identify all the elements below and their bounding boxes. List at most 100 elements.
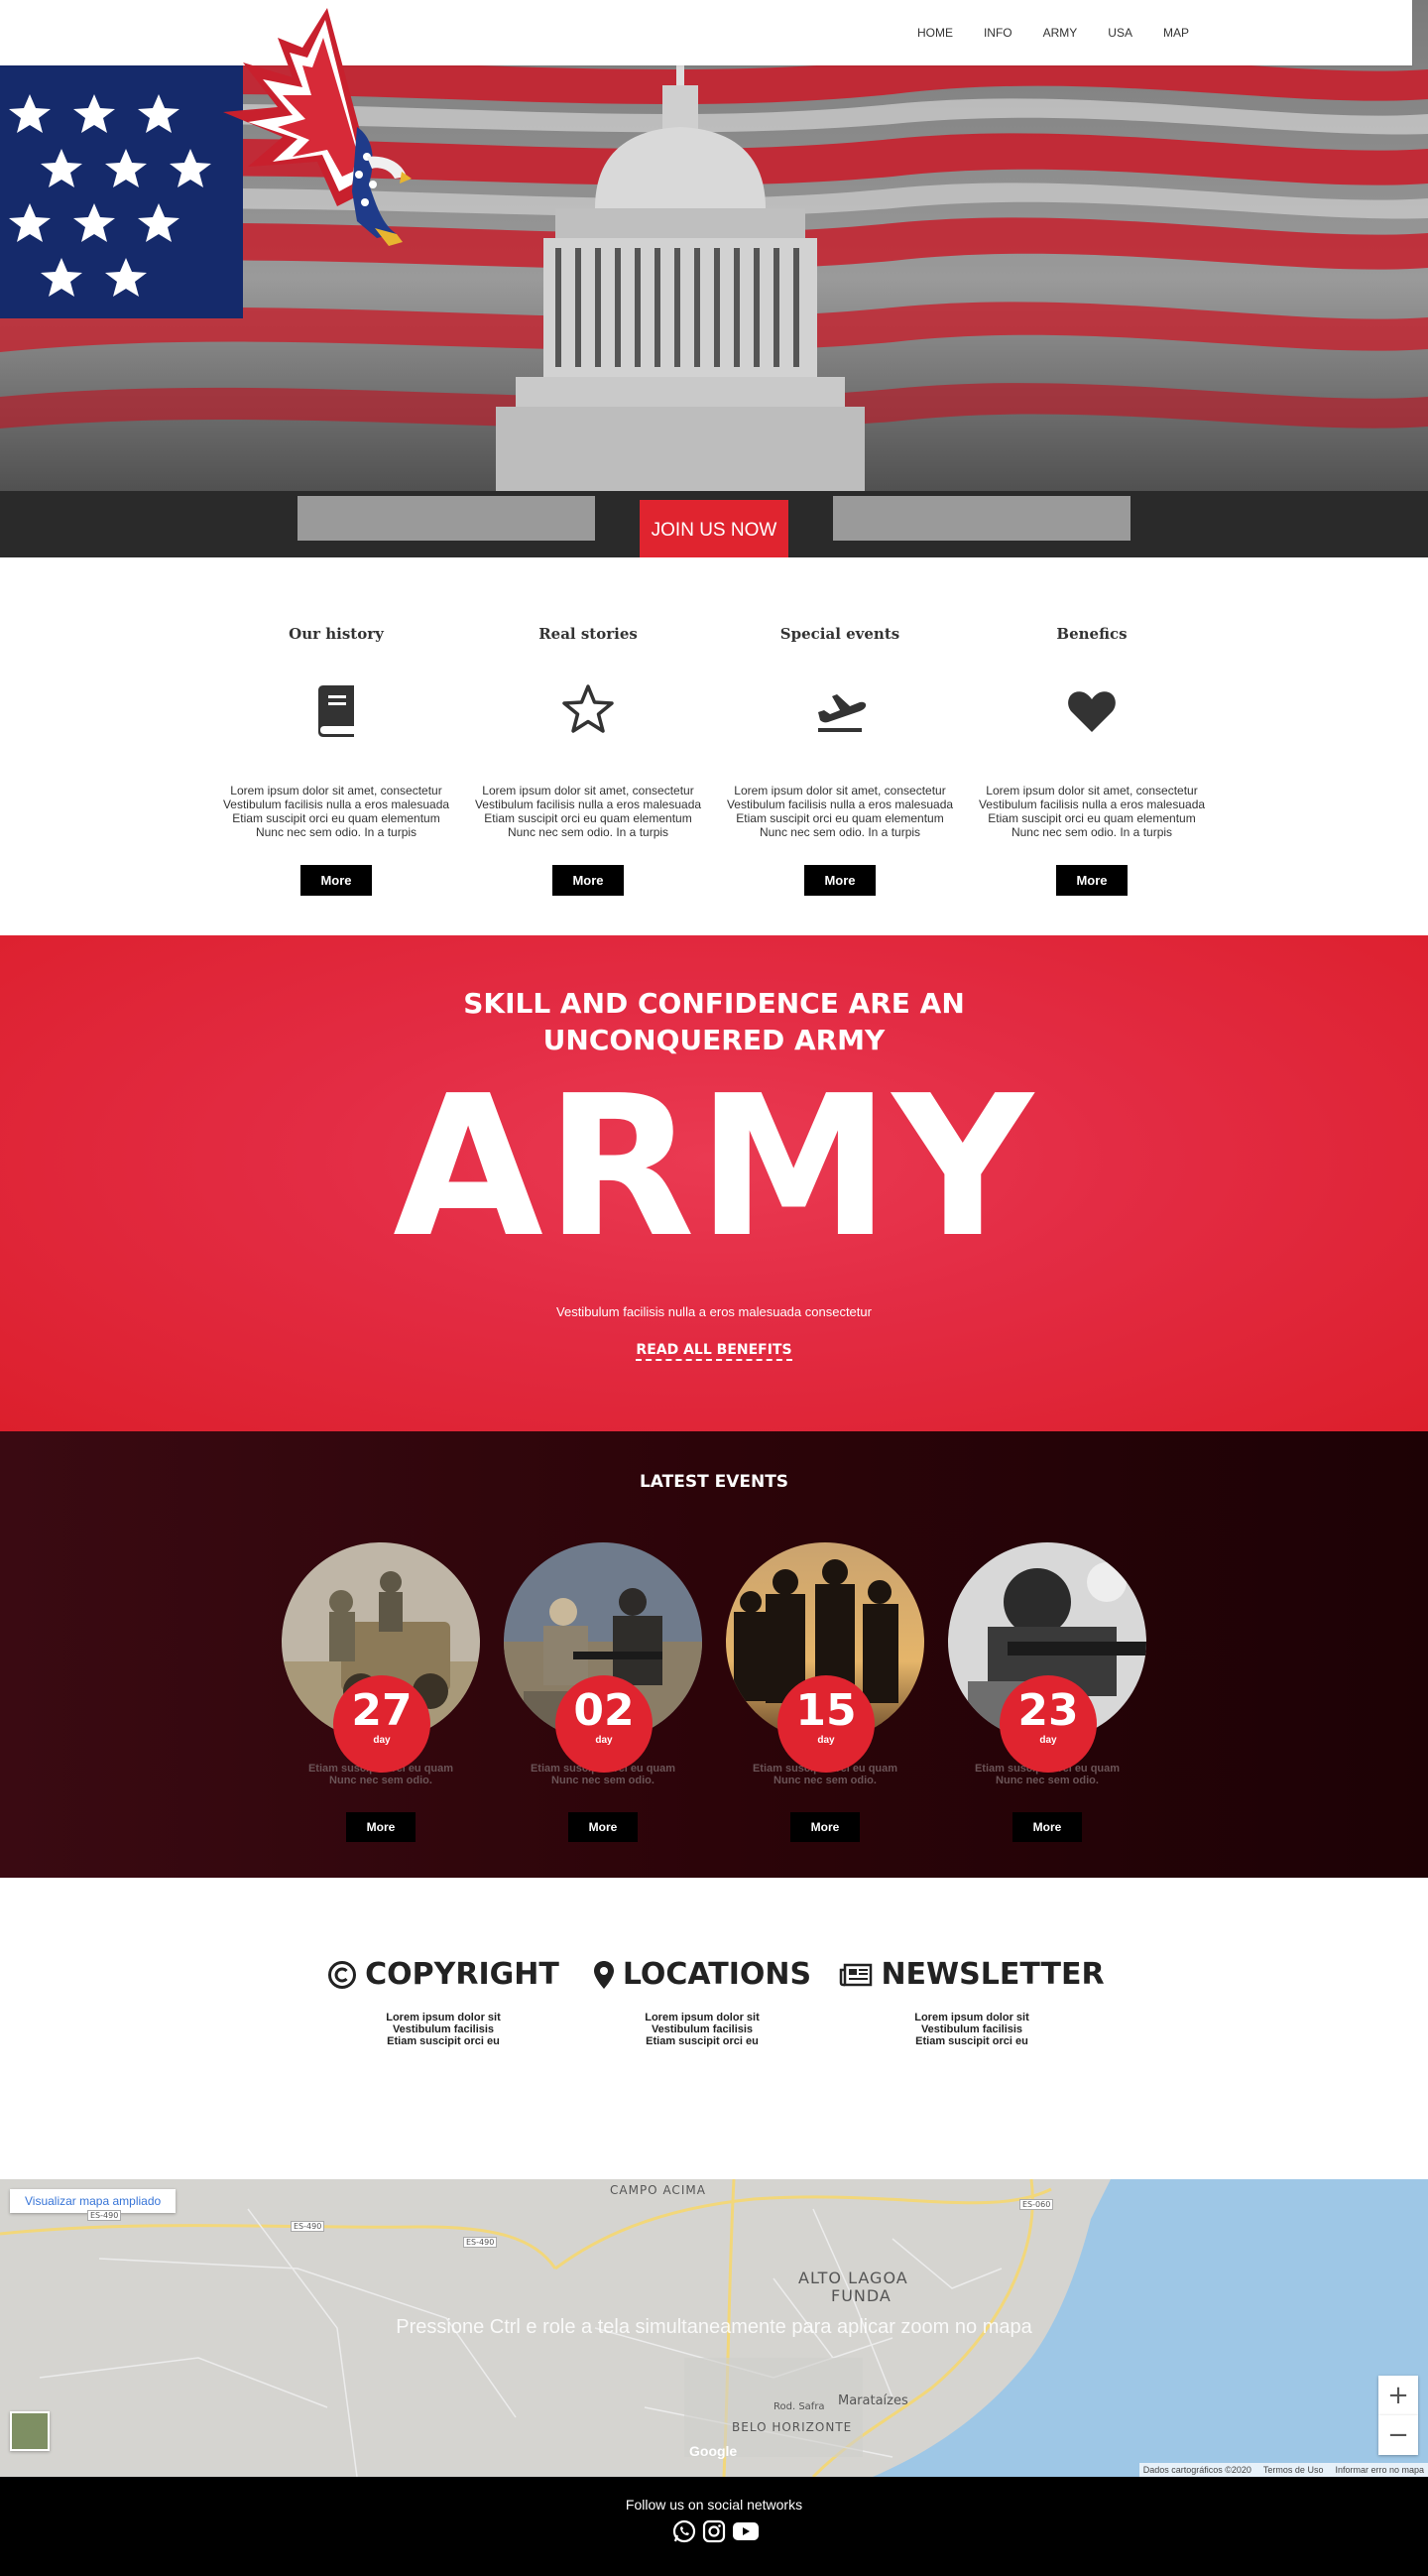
info-line: Lorem ipsum dolor sit bbox=[645, 2012, 760, 2024]
nav-item-map[interactable]: MAP bbox=[1163, 26, 1189, 40]
event-card: 27 day Etiam suscipit orci eu quam Nunc … bbox=[282, 1542, 480, 1842]
event-more-button[interactable]: More bbox=[346, 1812, 416, 1842]
map-label-alto-lagoa: ALTO LAGOA bbox=[798, 2269, 908, 2287]
info-title: COPYRIGHT bbox=[328, 1957, 559, 1992]
map-report-error-link[interactable]: Informar erro no mapa bbox=[1335, 2465, 1424, 2475]
army-tagline: Vestibulum facilisis nulla a eros malesu… bbox=[556, 1304, 872, 1319]
embedded-map[interactable]: Visualizar mapa ampliado CAMPO ACIMA ALT… bbox=[0, 2179, 1428, 2477]
army-banner: SKILL AND CONFIDENCE ARE AN UNCONQUERED … bbox=[0, 935, 1428, 1431]
satellite-view-toggle[interactable] bbox=[10, 2411, 50, 2451]
plane-departure-icon bbox=[818, 694, 867, 732]
feature-more-button[interactable]: More bbox=[552, 865, 624, 896]
map-label-es490: ES-490 bbox=[291, 2221, 325, 2232]
info-title-text: NEWSLETTER bbox=[881, 1957, 1105, 1992]
info-title-text: LOCATIONS bbox=[622, 1957, 812, 1992]
info-text: Lorem ipsum dolor sit Vestibulum facilis… bbox=[333, 2012, 553, 2047]
youtube-icon[interactable] bbox=[732, 2519, 759, 2543]
nav-item-home[interactable]: HOME bbox=[917, 26, 953, 40]
army-heading-line1: SKILL AND CONFIDENCE ARE AN bbox=[463, 987, 965, 1020]
features-section: Our history Lorem ipsum dolor sit amet, … bbox=[0, 557, 1428, 935]
event-more-button[interactable]: More bbox=[790, 1812, 860, 1842]
nav-item-usa[interactable]: USA bbox=[1108, 26, 1132, 40]
feature-more-button[interactable]: More bbox=[804, 865, 876, 896]
feature-text: Lorem ipsum dolor sit amet, consectetur … bbox=[726, 784, 954, 839]
event-card: 15 day Etiam suscipit orci eu quam Nunc … bbox=[726, 1542, 924, 1842]
info-line: Vestibulum facilisis bbox=[920, 2024, 1023, 2035]
event-card: 23 day Etiam suscipit orci eu quam Nunc … bbox=[948, 1542, 1146, 1842]
event-day-number: 15 bbox=[795, 1685, 857, 1736]
event-date-badge: 23 day bbox=[1000, 1675, 1097, 1773]
join-us-button[interactable]: JOIN US NOW bbox=[640, 500, 788, 557]
event-day-label: day bbox=[373, 1735, 391, 1746]
feature-text: Lorem ipsum dolor sit amet, consectetur … bbox=[978, 784, 1206, 839]
feature-text: Lorem ipsum dolor sit amet, consectetur … bbox=[222, 784, 450, 839]
newspaper-icon bbox=[840, 1963, 873, 1986]
eagle-logo[interactable] bbox=[208, 8, 412, 251]
event-day-number: 27 bbox=[351, 1685, 413, 1736]
map-terms-link[interactable]: Termos de Uso bbox=[1263, 2465, 1324, 2475]
event-day-number: 23 bbox=[1017, 1685, 1079, 1736]
nav-menu: HOME INFO ARMY USA MAP bbox=[887, 26, 1189, 40]
map-label-funda: FUNDA bbox=[831, 2286, 892, 2305]
map-label-campo-acima: CAMPO ACIMA bbox=[610, 2183, 706, 2197]
event-date-badge: 27 day bbox=[333, 1675, 430, 1773]
nav-item-info[interactable]: INFO bbox=[984, 26, 1012, 40]
zoom-out-button[interactable]: − bbox=[1378, 2415, 1418, 2455]
instagram-icon[interactable] bbox=[702, 2519, 726, 2543]
map-label-belo-horizonte: BELO HORIZONTE bbox=[732, 2420, 853, 2434]
event-date-badge: 15 day bbox=[777, 1675, 875, 1773]
feature-title: Special events bbox=[779, 625, 900, 643]
info-line: Vestibulum facilisis bbox=[651, 2024, 754, 2035]
info-line: Etiam suscipit orci eu bbox=[387, 2035, 500, 2047]
event-text-line2: Nunc nec sem odio. bbox=[774, 1775, 877, 1786]
copyright-icon bbox=[328, 1960, 357, 1989]
info-line: Lorem ipsum dolor sit bbox=[914, 2012, 1029, 2024]
book-icon bbox=[318, 685, 354, 737]
events-title: LATEST EVENTS bbox=[639, 1472, 789, 1492]
event-more-button[interactable]: More bbox=[568, 1812, 638, 1842]
info-copyright: COPYRIGHT Lorem ipsum dolor sit Vestibul… bbox=[328, 1957, 559, 2047]
map-data-credit: Dados cartográficos ©2020 bbox=[1142, 2465, 1251, 2475]
feature-title: Our history bbox=[289, 625, 384, 643]
army-big-title: ARMY bbox=[393, 1054, 1035, 1281]
map-marker-icon bbox=[593, 1960, 614, 1989]
map-label-marataizes: Marataízes bbox=[838, 2393, 908, 2408]
read-all-benefits-link[interactable]: READ ALL BENEFITS bbox=[636, 1342, 792, 1361]
feature-title: Benefics bbox=[1056, 625, 1128, 643]
event-day-number: 02 bbox=[573, 1685, 635, 1736]
info-line: Etiam suscipit orci eu bbox=[646, 2035, 759, 2047]
nav-item-army[interactable]: ARMY bbox=[1043, 26, 1078, 40]
info-locations: LOCATIONS Lorem ipsum dolor sit Vestibul… bbox=[593, 1957, 812, 2047]
feature-title: Real stories bbox=[538, 625, 638, 643]
event-date-badge: 02 day bbox=[555, 1675, 653, 1773]
feature-more-button[interactable]: More bbox=[1056, 865, 1128, 896]
zoom-in-button[interactable]: + bbox=[1378, 2376, 1418, 2415]
event-card: 02 day Etiam suscipit orci eu quam Nunc … bbox=[504, 1542, 702, 1842]
feature-our-history: Our history Lorem ipsum dolor sit amet, … bbox=[222, 625, 450, 896]
star-icon bbox=[562, 684, 614, 733]
army-heading-line2: UNCONQUERED ARMY bbox=[542, 1024, 886, 1056]
google-logo: Google bbox=[689, 2443, 738, 2459]
map-label-rod-safra: Rod. Safra bbox=[774, 2401, 825, 2412]
follow-text: Follow us on social networks bbox=[625, 2497, 803, 2513]
whatsapp-icon[interactable] bbox=[672, 2519, 696, 2543]
feature-benefics: Benefics Lorem ipsum dolor sit amet, con… bbox=[978, 625, 1206, 896]
event-more-button[interactable]: More bbox=[1012, 1812, 1082, 1842]
map-label-es060: ES-060 bbox=[1019, 2199, 1054, 2210]
info-text: Lorem ipsum dolor sit Vestibulum facilis… bbox=[848, 2012, 1096, 2047]
event-day-label: day bbox=[1039, 1735, 1057, 1746]
feature-more-button[interactable]: More bbox=[300, 865, 372, 896]
info-text: Lorem ipsum dolor sit Vestibulum facilis… bbox=[595, 2012, 809, 2047]
army-heading: SKILL AND CONFIDENCE ARE AN UNCONQUERED … bbox=[0, 935, 1428, 1058]
event-text-line2: Nunc nec sem odio. bbox=[329, 1775, 432, 1786]
map-attribution: Dados cartográficos ©2020 Termos de Uso … bbox=[1138, 2463, 1428, 2477]
map-label-es490: ES-490 bbox=[463, 2237, 498, 2248]
map-zoom-hint: Pressione Ctrl e role a tela simultaneam… bbox=[396, 2316, 1032, 2338]
info-line: Vestibulum facilisis bbox=[392, 2024, 495, 2035]
info-title: NEWSLETTER bbox=[840, 1957, 1105, 1992]
info-line: Etiam suscipit orci eu bbox=[915, 2035, 1028, 2047]
info-line: Lorem ipsum dolor sit bbox=[386, 2012, 501, 2024]
feature-real-stories: Real stories Lorem ipsum dolor sit amet,… bbox=[474, 625, 702, 896]
map-label-es490: ES-490 bbox=[87, 2210, 122, 2221]
heart-icon bbox=[1068, 691, 1116, 732]
